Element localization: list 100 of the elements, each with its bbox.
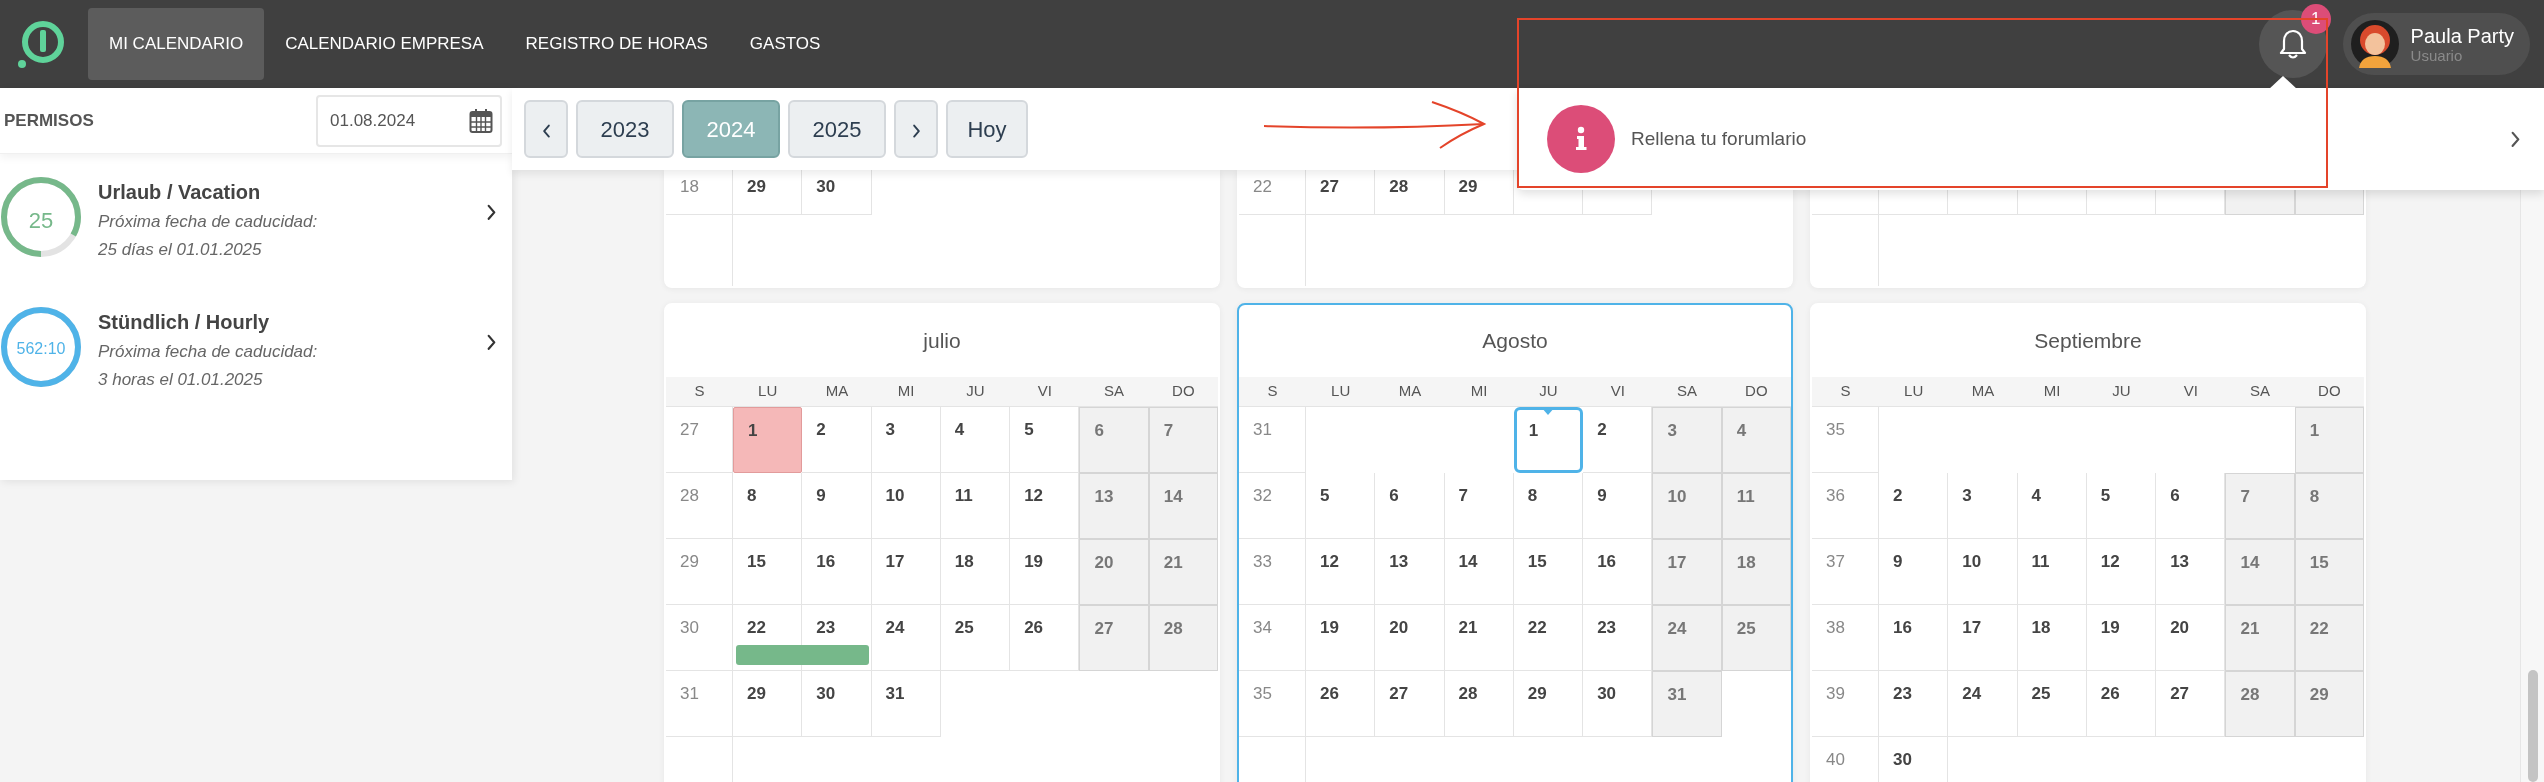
weekend-cell[interactable]: 25: [1721, 605, 1791, 671]
day-cell[interactable]: 19: [2086, 605, 2157, 671]
day-cell[interactable]: 29: [733, 671, 803, 737]
day-cell[interactable]: 24: [871, 605, 941, 671]
day-cell[interactable]: 14: [1444, 539, 1514, 605]
day-cell[interactable]: 26: [2086, 671, 2157, 737]
day-cell[interactable]: 15: [1513, 539, 1584, 605]
day-cell[interactable]: 30: [1879, 737, 1949, 782]
weekend-cell[interactable]: 18: [1721, 539, 1791, 605]
today-cell[interactable]: 1: [1513, 407, 1584, 473]
day-cell[interactable]: 8: [1513, 473, 1584, 539]
weekend-cell[interactable]: 10: [1652, 473, 1722, 539]
notification-item[interactable]: Rellena tu forumlario: [1547, 105, 2522, 173]
day-cell[interactable]: 6: [1375, 473, 1445, 539]
weekend-cell[interactable]: 31: [1652, 671, 1722, 737]
day-cell[interactable]: 12: [1306, 539, 1376, 605]
month-card[interactable]: Agosto S LU MA MI JU VI SA DO 31 1 2 3 4 32 5 6 7 8 9 10 11 33 12 13 14 15 16 17 18 34 19 20 21 22 23 24 25 35 26 27 28 29 30 31: [1237, 303, 1793, 782]
holiday-cell[interactable]: 1: [733, 407, 803, 473]
day-cell[interactable]: 10: [871, 473, 941, 539]
day-cell[interactable]: 8: [733, 473, 803, 539]
day-cell[interactable]: 3: [871, 407, 941, 473]
day-cell[interactable]: 24: [1948, 671, 2018, 737]
weekend-cell[interactable]: 27: [1079, 605, 1149, 671]
day-cell[interactable]: 16: [802, 539, 872, 605]
day-cell[interactable]: 10: [1948, 539, 2018, 605]
nav-tab[interactable]: REGISTRO DE HORAS: [504, 8, 729, 80]
weekend-cell[interactable]: 4: [1721, 407, 1791, 473]
day-cell[interactable]: 19: [1306, 605, 1376, 671]
day-cell[interactable]: 15: [733, 539, 803, 605]
weekend-cell[interactable]: 17: [1652, 539, 1722, 605]
nav-tab[interactable]: GASTOS: [728, 8, 842, 80]
weekend-cell[interactable]: 6: [1079, 407, 1149, 473]
day-cell[interactable]: 27: [1306, 170, 1376, 215]
weekend-cell[interactable]: 14: [2225, 539, 2295, 605]
weekend-cell[interactable]: 29: [2294, 671, 2364, 737]
weekend-cell[interactable]: 13: [1079, 473, 1149, 539]
year-button[interactable]: 2023: [576, 100, 674, 158]
day-cell[interactable]: 31: [871, 671, 941, 737]
nav-tab[interactable]: MI CALENDARIO: [88, 8, 265, 80]
weekend-cell[interactable]: 8: [2294, 473, 2364, 539]
day-cell[interactable]: 9: [1879, 539, 1949, 605]
day-cell[interactable]: 4: [2017, 473, 2087, 539]
day-cell[interactable]: 2: [1879, 473, 1949, 539]
weekend-cell[interactable]: 7: [1148, 407, 1218, 473]
weekend-cell[interactable]: 28: [2225, 671, 2295, 737]
day-cell[interactable]: 25: [940, 605, 1011, 671]
day-cell[interactable]: 13: [1375, 539, 1445, 605]
month-card[interactable]: Septiembre S LU MA MI JU VI SA DO 35 1 36 2 3 4 5 6 7 8 37 9 10 11 12 13 14 15 38 16 17 18 19 20 21 22 39 23 24 25 26 27 28 29 40 30: [1810, 303, 2366, 782]
day-cell[interactable]: 5: [2086, 473, 2157, 539]
day-cell[interactable]: 3: [1948, 473, 2018, 539]
day-cell[interactable]: 18: [940, 539, 1011, 605]
day-cell[interactable]: 2: [802, 407, 872, 473]
weekend-cell[interactable]: 24: [1652, 605, 1722, 671]
balance-item[interactable]: 25 Urlaub / Vacation Próxima fecha de caducidad: 25 días el 01.01.2025: [0, 154, 512, 284]
weekend-cell[interactable]: 1: [2294, 407, 2364, 473]
day-cell[interactable]: 30: [802, 671, 872, 737]
day-cell[interactable]: 9: [802, 473, 872, 539]
day-cell[interactable]: 4: [940, 407, 1011, 473]
day-cell[interactable]: 29: [733, 170, 803, 215]
weekend-cell[interactable]: 11: [1721, 473, 1791, 539]
day-cell[interactable]: 21: [1444, 605, 1514, 671]
day-cell[interactable]: 22: [1513, 605, 1584, 671]
weekend-cell[interactable]: 7: [2225, 473, 2295, 539]
balance-item[interactable]: 562:10 Stündlich / Hourly Próxima fecha de caducidad: 3 horas el 01.01.2025: [0, 284, 512, 414]
scrollbar-thumb[interactable]: [2528, 670, 2538, 782]
day-cell[interactable]: 30: [802, 170, 872, 215]
weekend-cell[interactable]: 22: [2294, 605, 2364, 671]
day-cell[interactable]: 29: [1444, 170, 1514, 215]
day-cell[interactable]: 28: [1375, 170, 1445, 215]
day-cell[interactable]: 7: [1444, 473, 1514, 539]
day-cell[interactable]: 23: [1879, 671, 1949, 737]
day-cell[interactable]: 16: [1879, 605, 1949, 671]
day-cell[interactable]: 11: [940, 473, 1011, 539]
weekend-cell[interactable]: 15: [2294, 539, 2364, 605]
year-button[interactable]: 2025: [788, 100, 886, 158]
day-cell[interactable]: 28: [1444, 671, 1514, 737]
day-cell[interactable]: 17: [871, 539, 941, 605]
logo-icon[interactable]: [16, 18, 66, 70]
calendar-icon[interactable]: [469, 107, 493, 134]
weekend-cell[interactable]: 20: [1079, 539, 1149, 605]
weekend-cell[interactable]: 14: [1148, 473, 1218, 539]
day-cell[interactable]: 29: [1513, 671, 1584, 737]
day-cell[interactable]: 17: [1948, 605, 2018, 671]
day-cell[interactable]: 18: [2017, 605, 2087, 671]
weekend-cell[interactable]: 28: [1148, 605, 1218, 671]
day-cell[interactable]: 11: [2017, 539, 2087, 605]
day-cell[interactable]: 26: [1306, 671, 1376, 737]
nav-tab[interactable]: CALENDARIO EMPRESA: [264, 8, 505, 80]
weekend-cell[interactable]: 21: [2225, 605, 2295, 671]
weekend-cell[interactable]: 3: [1652, 407, 1722, 473]
month-card[interactable]: julio S LU MA MI JU VI SA DO 27 1 2 3 4 5 6 7 28 8 9 10 11 12 13 14 29 15 16 17 18 19 20 21 30 22 23 24 25 26 27 28 31 29 30 31: [664, 303, 1220, 782]
day-cell[interactable]: 27: [1375, 671, 1445, 737]
day-cell[interactable]: 5: [1306, 473, 1376, 539]
user-menu[interactable]: Paula Party Usuario: [2342, 13, 2530, 75]
date-field[interactable]: 01.08.2024: [316, 94, 502, 147]
day-cell[interactable]: 20: [1375, 605, 1445, 671]
weekend-cell[interactable]: 21: [1148, 539, 1218, 605]
day-cell[interactable]: 12: [2086, 539, 2157, 605]
today-button[interactable]: Hoy: [946, 100, 1028, 158]
day-cell[interactable]: 25: [2017, 671, 2087, 737]
